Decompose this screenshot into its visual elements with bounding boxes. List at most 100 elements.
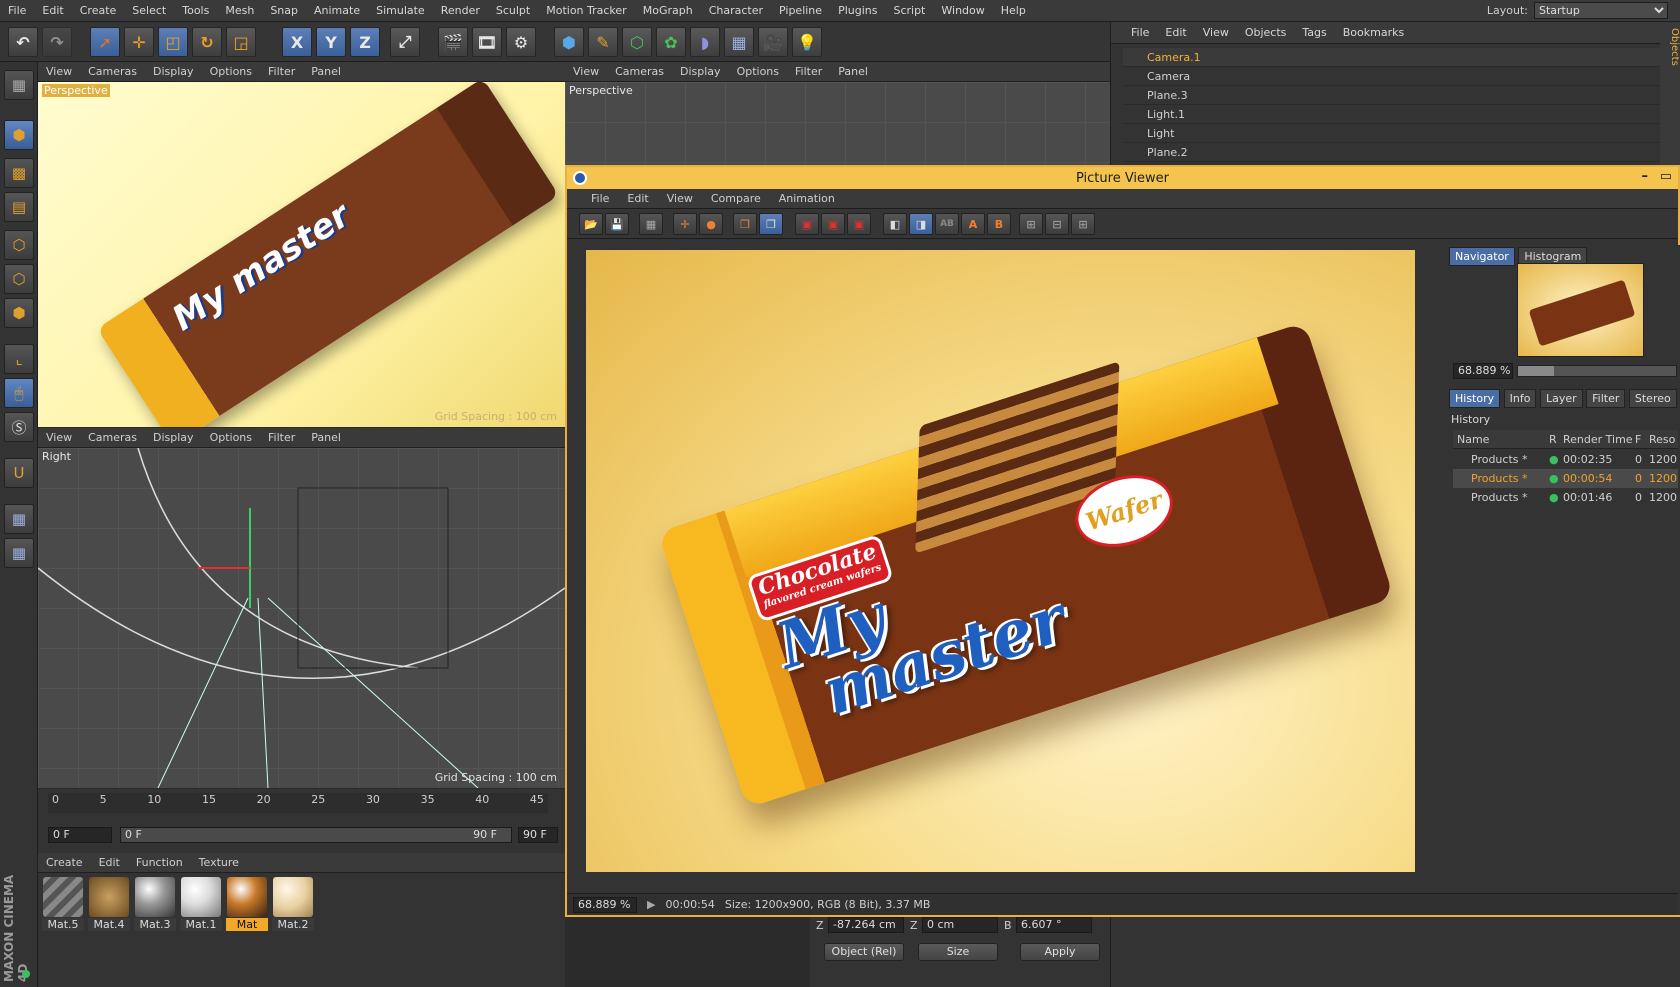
select-arrow-icon[interactable]: ➚ (90, 27, 120, 57)
tab-history[interactable]: History (1449, 389, 1501, 408)
material-swatch[interactable]: Mat.3 (134, 877, 176, 931)
live-select-icon[interactable]: ◲ (226, 27, 256, 57)
vp-menu-display[interactable]: Display (145, 65, 202, 78)
open-icon[interactable]: 📂 (579, 213, 603, 235)
menu-file[interactable]: File (0, 4, 34, 17)
rotate-icon[interactable]: ↻ (192, 27, 222, 57)
floor-icon[interactable]: ▦ (724, 27, 754, 57)
menu-script[interactable]: Script (885, 4, 933, 17)
tab-filter[interactable]: Filter (1586, 389, 1626, 408)
camera-icon[interactable]: 🎥 (758, 27, 788, 57)
coordinate-system-icon[interactable]: ⤢ (390, 27, 420, 57)
pv-menu-edit[interactable]: Edit (618, 192, 657, 205)
material-swatch[interactable]: Mat.5 (42, 877, 84, 931)
vp-menu-options[interactable]: Options (202, 431, 260, 444)
swap3-icon[interactable]: ⊞ (1071, 213, 1095, 235)
mat-menu-texture[interactable]: Texture (191, 856, 247, 869)
navigator-thumbnail[interactable] (1517, 263, 1644, 357)
menu-window[interactable]: Window (933, 4, 992, 17)
edges-mode-icon[interactable]: ⬡ (4, 264, 34, 294)
vp-menu-filter[interactable]: Filter (260, 65, 303, 78)
obj-menu-bookmarks[interactable]: Bookmarks (1335, 26, 1412, 39)
vp-menu-view[interactable]: View (565, 65, 607, 78)
status-zoom-field[interactable]: 68.889 % (573, 896, 637, 913)
tab-navigator[interactable]: Navigator (1449, 247, 1515, 266)
menu-simulate[interactable]: Simulate (368, 4, 433, 17)
save-icon[interactable]: 💾 (605, 213, 629, 235)
ab-icon[interactable]: AB (935, 213, 959, 235)
light-icon[interactable]: 💡 (792, 27, 822, 57)
side-tab-objects[interactable]: Objects (1660, 22, 1680, 182)
menu-sculpt[interactable]: Sculpt (488, 4, 538, 17)
viewport-canvas[interactable]: Right Grid Spacing : 100 cm (38, 448, 565, 788)
vp-menu-display[interactable]: Display (672, 65, 729, 78)
mat-menu-edit[interactable]: Edit (91, 856, 128, 869)
mat-menu-create[interactable]: Create (38, 856, 91, 869)
tab-info[interactable]: Info (1503, 389, 1537, 408)
z-size-field[interactable]: 0 cm (922, 917, 998, 933)
menu-tools[interactable]: Tools (174, 4, 217, 17)
vp-menu-panel[interactable]: Panel (303, 65, 349, 78)
swap-icon[interactable]: ⊞ (1019, 213, 1043, 235)
move-icon[interactable]: ✛ (124, 27, 154, 57)
vp-menu-filter[interactable]: Filter (787, 65, 830, 78)
current-frame-field[interactable]: 0 F (48, 827, 112, 843)
vp-menu-cameras[interactable]: Cameras (80, 65, 145, 78)
material-swatch[interactable]: Mat.2 (272, 877, 314, 931)
cloner-icon[interactable]: ✿ (656, 27, 686, 57)
menu-mograph[interactable]: MoGraph (635, 4, 701, 17)
points-mode-icon[interactable]: ⬡ (4, 230, 34, 260)
region2-icon[interactable]: ▣ (821, 213, 845, 235)
tab-layer[interactable]: Layer (1539, 389, 1583, 408)
render-view-icon[interactable]: 🎬 (438, 27, 468, 57)
object-row[interactable]: Plane.3 (1123, 86, 1668, 105)
play-icon[interactable]: ▶ (647, 898, 655, 911)
zoom-field[interactable]: 68.889 % (1453, 363, 1513, 379)
undo-icon[interactable]: ↶ (8, 27, 38, 57)
texture-mode-icon[interactable]: ▩ (4, 158, 34, 188)
grid-icon[interactable]: ▦ (639, 213, 663, 235)
fit-icon[interactable]: ✛ (673, 213, 697, 235)
size-mode-dropdown[interactable]: Size (918, 943, 998, 961)
material-swatch[interactable]: Mat.1 (180, 877, 222, 931)
x-axis-icon[interactable]: X (282, 27, 312, 57)
history-row-selected[interactable]: Products * ● 00:00:54 0 1200 (1453, 469, 1678, 488)
vp-menu-options[interactable]: Options (202, 65, 260, 78)
obj-menu-view[interactable]: View (1195, 26, 1237, 39)
menu-select[interactable]: Select (124, 4, 174, 17)
frame-range-slider[interactable]: 0 F 90 F (120, 827, 512, 843)
object-row[interactable]: Plane.2 (1123, 143, 1668, 162)
vp-menu-options[interactable]: Options (729, 65, 787, 78)
rendered-image[interactable]: Chocolate flavored cream wafers My maste… (586, 250, 1415, 872)
zoom-slider[interactable] (1517, 365, 1677, 377)
history-row[interactable]: Products * ● 00:02:35 0 1200 (1453, 450, 1678, 469)
paint-icon[interactable]: ▦ (4, 70, 34, 100)
pv-menu-animation[interactable]: Animation (770, 192, 844, 205)
vp-menu-panel[interactable]: Panel (303, 431, 349, 444)
pen-icon[interactable]: ✎ (588, 27, 618, 57)
menu-animate[interactable]: Animate (306, 4, 368, 17)
subdivision-icon[interactable]: ⬡ (622, 27, 652, 57)
vp-menu-view[interactable]: View (38, 431, 80, 444)
obj-menu-objects[interactable]: Objects (1237, 26, 1295, 39)
region3-icon[interactable]: ▣ (847, 213, 871, 235)
end-frame-field[interactable]: 90 F (518, 827, 558, 843)
polygons-mode-icon[interactable]: ⬢ (4, 298, 34, 328)
apply-button[interactable]: Apply (1020, 943, 1100, 961)
vp-menu-panel[interactable]: Panel (830, 65, 876, 78)
timeline-ruler[interactable]: 0 5 10 15 20 25 30 35 40 45 (48, 793, 548, 813)
set-a-icon[interactable]: A (961, 213, 985, 235)
menu-pipeline[interactable]: Pipeline (771, 4, 830, 17)
menu-mesh[interactable]: Mesh (217, 4, 262, 17)
compare2-icon[interactable]: ◨ (909, 213, 933, 235)
viewport-canvas[interactable]: Perspective (565, 82, 1110, 165)
tab-stereo[interactable]: Stereo (1628, 389, 1677, 408)
obj-menu-tags[interactable]: Tags (1294, 26, 1334, 39)
viewport-canvas[interactable]: Perspective My master Grid Spacing : 100… (38, 82, 565, 427)
y-axis-icon[interactable]: Y (316, 27, 346, 57)
vp-menu-cameras[interactable]: Cameras (607, 65, 672, 78)
history-row[interactable]: Products * ● 00:01:46 0 1200 (1453, 488, 1678, 507)
menu-character[interactable]: Character (701, 4, 771, 17)
menu-plugins[interactable]: Plugins (830, 4, 885, 17)
z-axis-icon[interactable]: Z (350, 27, 380, 57)
